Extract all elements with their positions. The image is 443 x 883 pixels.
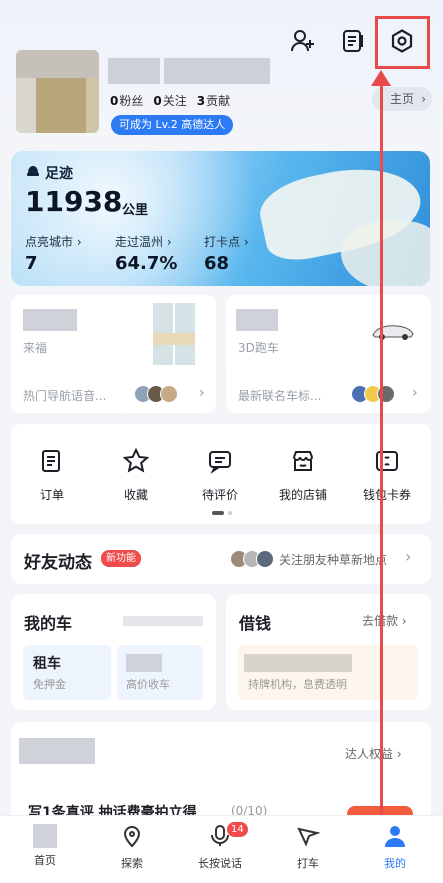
comment-icon <box>207 451 233 478</box>
username-blurred <box>108 58 160 84</box>
quick-favorites[interactable]: 收藏 <box>101 447 171 503</box>
car-model-image <box>371 321 415 345</box>
stat-value-wenzhou: 64.7% <box>115 253 178 274</box>
car-plate-blurred <box>123 616 203 626</box>
star-icon <box>122 447 150 478</box>
chevron-right-icon: › <box>412 385 418 401</box>
quick-my-shop[interactable]: 我的店铺 <box>268 448 338 503</box>
creator-card[interactable]: 达人权益 › 写1条真评 抽话费豪拍立得 (0/10) <box>11 722 431 822</box>
sell-car-button[interactable]: 高价收车 <box>117 645 203 700</box>
friends-activity-card[interactable]: 好友动态 新功能 关注朋友种草新地点 › <box>11 534 431 584</box>
loan-card[interactable]: 借钱 去借款 › 持牌机构，息费透明 <box>226 594 431 710</box>
carousel-dots <box>212 511 234 515</box>
voice-footer-text: 热门导航语音... <box>23 389 107 403</box>
rent-car-title: 租车 <box>33 656 61 672</box>
home-icon <box>33 824 57 848</box>
voice-avatars <box>134 385 178 403</box>
notes-icon[interactable] <box>336 24 370 58</box>
sell-car-title-blurred <box>126 654 162 672</box>
level-badge[interactable]: 可成为 Lv.2 高德达人 <box>111 115 234 135</box>
stat-label-wenzhou[interactable]: 走过温州 › <box>115 233 172 250</box>
chevron-right-icon: › <box>405 547 412 566</box>
stat-label-cities[interactable]: 点亮城市 › <box>25 233 82 250</box>
nav-taxi[interactable]: 打车 <box>273 824 343 871</box>
quick-to-review[interactable]: 待评价 <box>185 448 255 503</box>
rent-car-button[interactable]: 租车 免押金 <box>23 645 111 700</box>
loan-action[interactable]: 去借款 › <box>362 612 407 629</box>
settings-highlight-box <box>375 16 430 69</box>
loan-title: 借钱 <box>239 614 272 633</box>
rent-car-sub: 免押金 <box>33 678 66 691</box>
sell-car-sub: 高价收车 <box>126 678 170 691</box>
shop-icon <box>290 451 316 478</box>
order-icon <box>39 450 65 478</box>
taxi-icon <box>296 827 321 851</box>
annotation-arrow-line <box>380 75 383 820</box>
loan-sub: 持牌机构，息费透明 <box>248 678 347 691</box>
nav-home[interactable]: 首页 <box>10 824 80 868</box>
nav-mine[interactable]: 我的 <box>360 824 430 871</box>
following-stat[interactable]: 0关注 <box>153 92 186 109</box>
car-model-card[interactable]: 3D跑车 最新联名车标... › <box>226 295 431 413</box>
location-pin-icon <box>120 826 144 851</box>
nav-voice[interactable]: 长按说话 14 <box>185 822 255 871</box>
footprint-card[interactable]: 足迹 11938 公里 点亮城市 › 7 走过温州 › 64.7% 打卡点 › … <box>11 151 430 286</box>
loan-amount-blurred <box>244 654 352 672</box>
home-label: 主页 <box>390 92 415 106</box>
voice-title-blurred <box>23 309 77 331</box>
voice-subtitle: 来福 <box>23 341 48 355</box>
contrib-stat[interactable]: 3贡献 <box>197 92 230 109</box>
stat-value-checkin: 68 <box>204 253 230 274</box>
profile-stats: 0粉丝 0关注 3贡献 <box>110 92 230 109</box>
fans-stat[interactable]: 0粉丝 <box>110 92 143 109</box>
creator-title-blurred <box>19 738 95 764</box>
bottom-nav: 首页 探索 长按说话 14 打车 我的 <box>0 815 443 883</box>
car-title-blurred <box>236 309 278 331</box>
chevron-right-icon: › <box>199 385 205 401</box>
my-car-title: 我的车 <box>24 614 73 633</box>
car-footer-text: 最新联名车标... <box>238 389 322 403</box>
new-feature-badge: 新功能 <box>101 550 141 567</box>
add-friend-icon[interactable] <box>286 24 320 58</box>
friends-avatars <box>230 550 274 568</box>
microphone-icon <box>208 825 232 851</box>
friends-activity-title: 好友动态 <box>24 553 92 573</box>
user-icon <box>383 826 407 851</box>
footprint-title: 足迹 <box>25 163 73 183</box>
footprint-distance: 11938 <box>25 185 123 218</box>
friends-cta: 关注朋友种草新地点 <box>279 553 388 567</box>
car-avatars <box>351 385 395 403</box>
avatar[interactable] <box>16 50 99 133</box>
username-blurred-2 <box>164 58 270 84</box>
voice-pack-card[interactable]: 来福 热门导航语音... › <box>11 295 216 413</box>
car-subtitle: 3D跑车 <box>238 341 279 355</box>
creator-rights-link[interactable]: 达人权益 › <box>345 745 402 762</box>
wallet-icon <box>374 451 400 478</box>
my-car-card[interactable]: 我的车 租车 免押金 高价收车 <box>11 594 216 710</box>
loan-banner[interactable]: 持牌机构，息费透明 <box>238 645 418 700</box>
voice-thumbnail <box>153 303 195 365</box>
stat-value-cities: 7 <box>25 253 38 274</box>
voice-badge: 14 <box>227 822 248 837</box>
stat-label-checkin[interactable]: 打卡点 › <box>204 233 249 250</box>
footprint-unit: 公里 <box>122 203 149 218</box>
quick-order[interactable]: 订单 <box>17 448 87 503</box>
nav-explore[interactable]: 探索 <box>97 824 167 871</box>
quick-wallet[interactable]: 钱包卡券 <box>352 448 422 503</box>
annotation-arrow-head <box>371 70 391 86</box>
footprint-icon <box>25 163 41 183</box>
chevron-right-icon: › <box>421 92 426 106</box>
